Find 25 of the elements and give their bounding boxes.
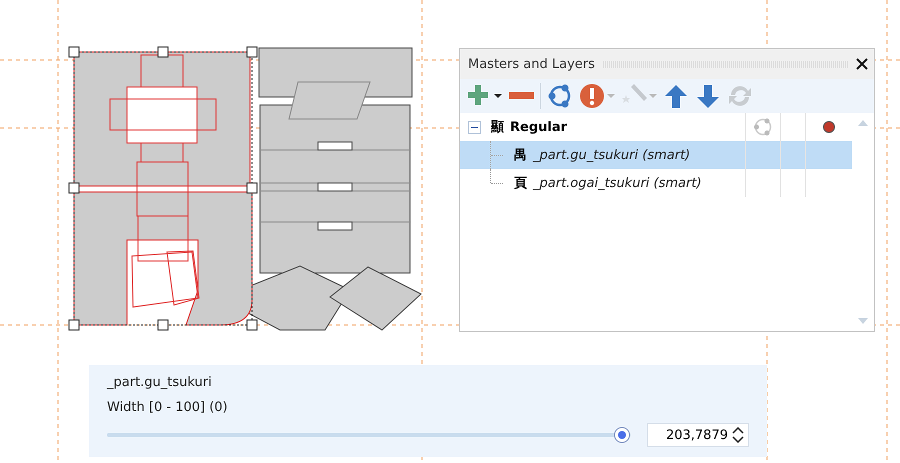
slider-track[interactable]	[107, 426, 631, 444]
value-spinbox[interactable]: 203,7879	[647, 423, 749, 447]
cycle-icon[interactable]	[547, 83, 573, 109]
glyph-label: 頁	[514, 175, 527, 192]
arrow-up-icon[interactable]	[663, 83, 689, 109]
layer-row[interactable]: 頁 _part.ogai_tsukuri (smart)	[460, 169, 852, 197]
glyph-label: 顯	[491, 119, 504, 136]
warning-icon[interactable]	[579, 83, 605, 109]
status-dot[interactable]	[823, 121, 835, 133]
master-name[interactable]: Regular	[510, 120, 739, 134]
part-name: _part.gu_tsukuri	[107, 375, 213, 390]
caret-icon[interactable]	[494, 94, 502, 98]
layer-name: _part.gu_tsukuri (smart)	[533, 148, 692, 162]
close-icon[interactable]	[856, 58, 868, 70]
panel-title: Masters and Layers	[468, 56, 595, 72]
spin-arrows-icon[interactable]	[732, 427, 744, 443]
cycle-icon[interactable]	[753, 117, 773, 137]
slider-thumb[interactable]	[614, 427, 630, 443]
collapse-icon[interactable]	[468, 120, 481, 134]
arrow-down-icon[interactable]	[695, 83, 721, 109]
glyph-label: 禺	[514, 147, 527, 164]
layer-row[interactable]: 禺 _part.gu_tsukuri (smart)	[460, 141, 852, 169]
layer-name: _part.ogai_tsukuri (smart)	[533, 176, 703, 190]
glyph-drawing[interactable]	[68, 46, 422, 331]
axis-label: Width [0 - 100] (0)	[107, 400, 229, 415]
